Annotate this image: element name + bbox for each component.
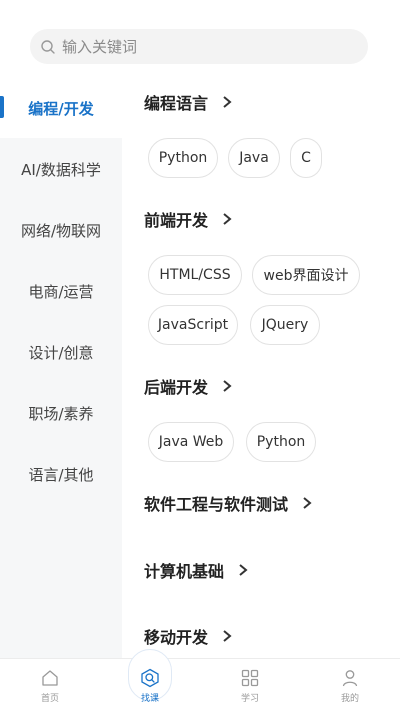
section-title-text: 移动开发 bbox=[144, 628, 209, 647]
chip-java-web[interactable]: Java Web bbox=[148, 422, 234, 462]
sidebar-item-label: 设计/创意 bbox=[28, 343, 94, 362]
chip-label: web界面设计 bbox=[263, 268, 349, 284]
tab-label: 找课 bbox=[140, 693, 159, 704]
section-title-text: 计算机基础 bbox=[144, 562, 225, 581]
section-title-mobile-dev[interactable]: 移动开发 bbox=[144, 624, 232, 648]
tab-find-course[interactable]: 找课 bbox=[100, 659, 200, 711]
sidebar-item-label: 职场/素养 bbox=[28, 404, 94, 423]
home-icon bbox=[42, 669, 58, 686]
tab-label: 我的 bbox=[340, 693, 359, 704]
active-indicator bbox=[0, 96, 4, 118]
person-icon bbox=[342, 669, 358, 686]
chip-label: C bbox=[301, 150, 311, 166]
chip-label: JQuery bbox=[261, 317, 309, 333]
tab-label: 学习 bbox=[240, 693, 259, 704]
sidebar-item-label: AI/数据科学 bbox=[21, 160, 101, 179]
sidebar-item-programming[interactable]: 编程/开发 bbox=[0, 78, 122, 138]
chevron-right-icon bbox=[223, 630, 232, 642]
section-title-text: 前端开发 bbox=[144, 211, 209, 230]
tab-study[interactable]: 学习 bbox=[200, 659, 300, 711]
section-title-text: 后端开发 bbox=[144, 378, 209, 397]
search-bar[interactable] bbox=[30, 29, 368, 64]
section-title-text: 软件工程与软件测试 bbox=[144, 495, 289, 514]
chip-label: Python bbox=[158, 150, 208, 166]
tab-home[interactable]: 首页 bbox=[0, 659, 100, 711]
sidebar-item-label: 编程/开发 bbox=[28, 99, 94, 118]
sidebar-item-ai-data-science[interactable]: AI/数据科学 bbox=[0, 139, 122, 199]
sidebar-item-design[interactable]: 设计/创意 bbox=[0, 322, 122, 382]
chip-label: Python bbox=[256, 434, 306, 450]
sidebar-item-network-iot[interactable]: 网络/物联网 bbox=[0, 200, 122, 260]
chip-c[interactable]: C bbox=[290, 138, 322, 178]
chevron-right-icon bbox=[223, 213, 232, 225]
chevron-right-icon bbox=[223, 96, 232, 108]
bottom-tab-bar: 首页 找课 学习 我的 bbox=[0, 649, 400, 711]
chip-java[interactable]: Java bbox=[228, 138, 280, 178]
section-title-computer-basics[interactable]: 计算机基础 bbox=[144, 558, 248, 582]
chip-python-backend[interactable]: Python bbox=[246, 422, 316, 462]
sidebar-item-label: 电商/运营 bbox=[28, 282, 94, 301]
section-title-programming-languages[interactable]: 编程语言 bbox=[144, 90, 232, 114]
search-icon bbox=[141, 668, 159, 687]
chip-label: Java bbox=[239, 150, 269, 166]
section-title-frontend[interactable]: 前端开发 bbox=[144, 207, 232, 231]
chip-python[interactable]: Python bbox=[148, 138, 218, 178]
chip-jquery[interactable]: JQuery bbox=[250, 305, 320, 345]
search-input[interactable] bbox=[62, 37, 342, 56]
chevron-right-icon bbox=[223, 380, 232, 392]
tab-label: 首页 bbox=[40, 693, 59, 704]
chip-label: Java Web bbox=[158, 434, 224, 450]
chip-javascript[interactable]: JavaScript bbox=[148, 305, 238, 345]
chip-web-ui-design[interactable]: web界面设计 bbox=[252, 255, 360, 295]
search-icon bbox=[41, 39, 55, 54]
sidebar-item-label: 语言/其他 bbox=[28, 465, 94, 484]
sidebar-item-language-other[interactable]: 语言/其他 bbox=[0, 444, 122, 504]
chip-html-css[interactable]: HTML/CSS bbox=[148, 255, 242, 295]
category-sidebar: 编程/开发 AI/数据科学 网络/物联网 电商/运营 设计/创意 职场/素养 语… bbox=[0, 78, 122, 658]
chip-label: HTML/CSS bbox=[159, 267, 231, 283]
grid-icon bbox=[241, 669, 259, 686]
chevron-right-icon bbox=[239, 564, 248, 576]
chip-label: JavaScript bbox=[157, 317, 229, 333]
section-title-backend[interactable]: 后端开发 bbox=[144, 374, 232, 398]
sidebar-item-label: 网络/物联网 bbox=[20, 221, 102, 240]
section-title-text: 编程语言 bbox=[144, 94, 209, 113]
section-title-software-engineering[interactable]: 软件工程与软件测试 bbox=[144, 491, 312, 515]
tab-mine[interactable]: 我的 bbox=[300, 659, 400, 711]
chevron-right-icon bbox=[303, 497, 312, 509]
sidebar-item-ecommerce[interactable]: 电商/运营 bbox=[0, 261, 122, 321]
sidebar-item-career[interactable]: 职场/素养 bbox=[0, 383, 122, 443]
